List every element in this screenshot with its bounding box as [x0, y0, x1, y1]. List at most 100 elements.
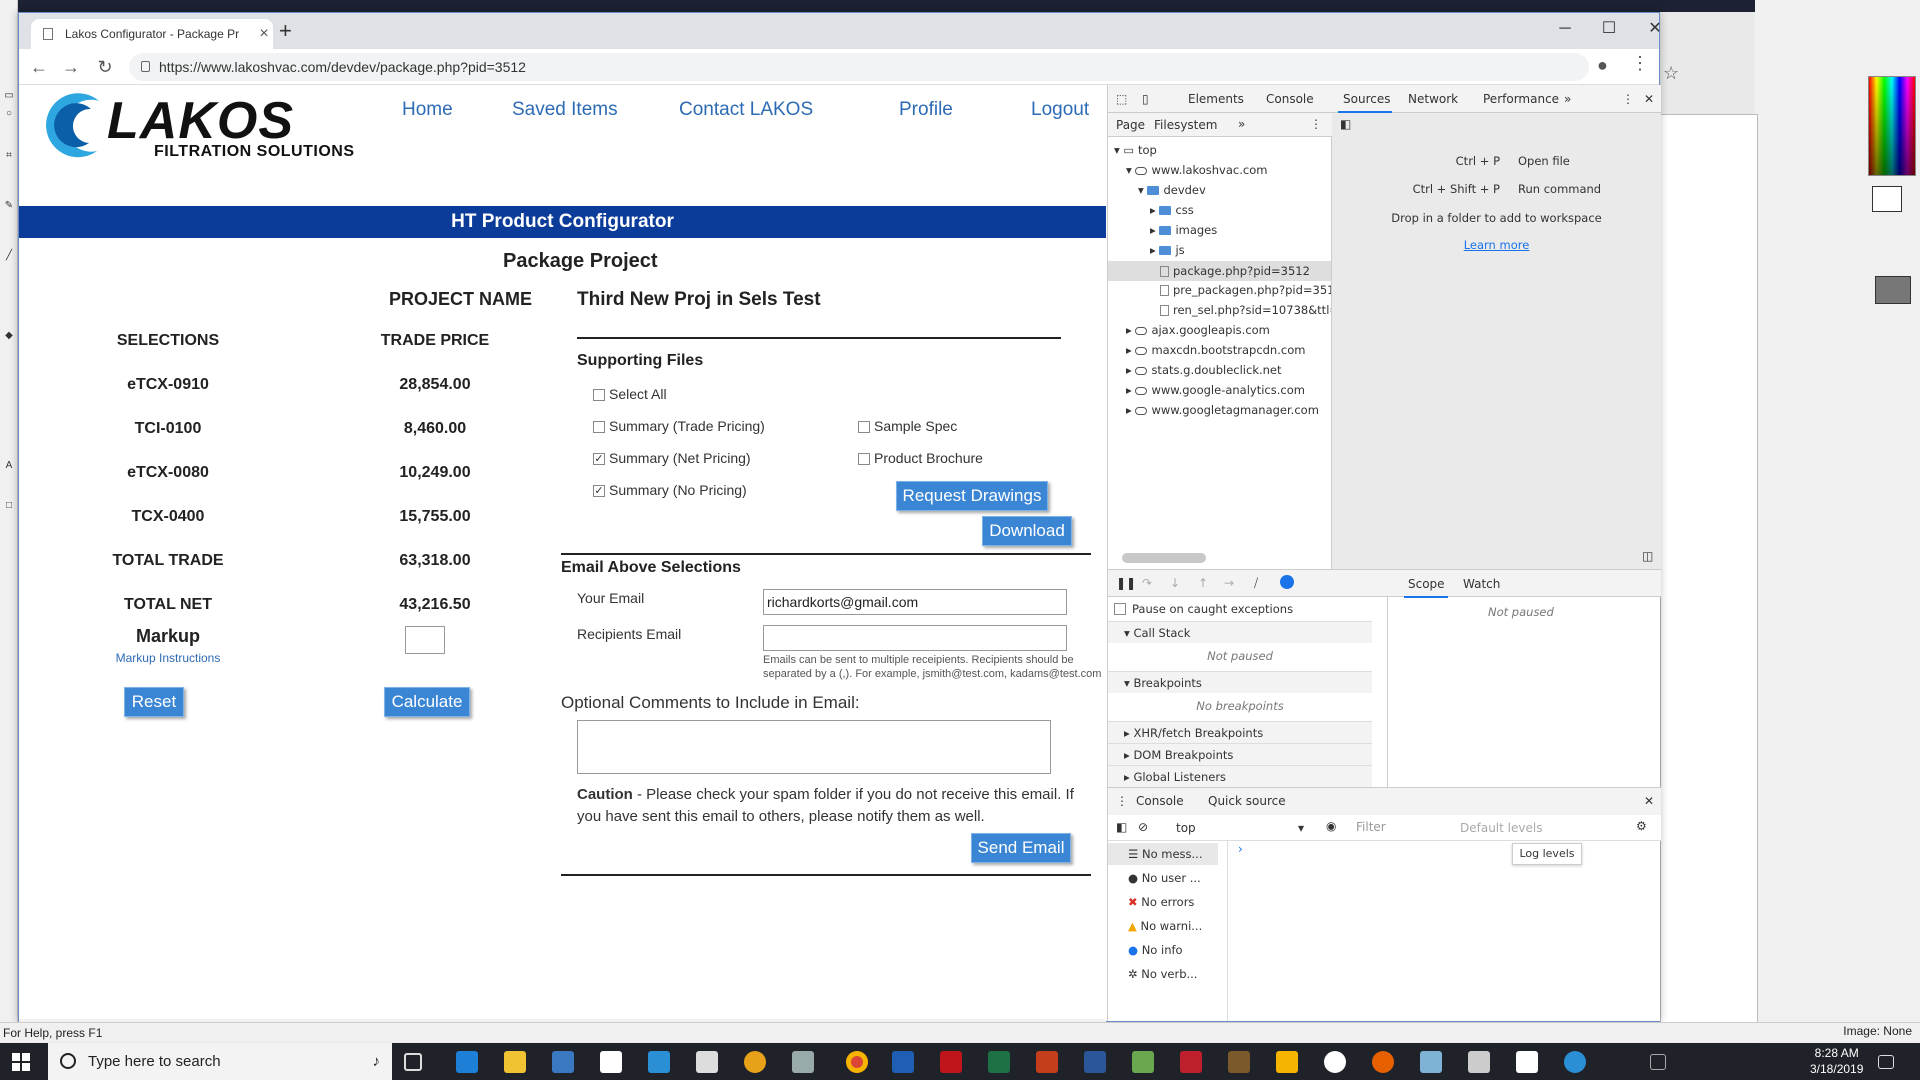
step-into-icon[interactable]: ↓: [1170, 576, 1180, 590]
tree-item-domain[interactable]: ▸ www.googletagmanager.com: [1126, 403, 1319, 417]
console-settings-icon[interactable]: ⚙: [1636, 819, 1647, 833]
fill-tool-icon[interactable]: ◆: [3, 330, 15, 342]
windows-start-icon[interactable]: [12, 1053, 30, 1071]
excel-icon[interactable]: [988, 1051, 1010, 1073]
app-icon[interactable]: [1468, 1051, 1490, 1073]
tree-item-js[interactable]: ▸ js: [1150, 243, 1185, 257]
console-filter-item[interactable]: ● No user ...: [1128, 871, 1201, 885]
tab-network[interactable]: Network: [1408, 92, 1458, 106]
comments-textarea[interactable]: [577, 720, 1051, 774]
global-listeners-section[interactable]: ▸ Global Listeners: [1108, 765, 1372, 787]
markup-input[interactable]: [405, 626, 445, 654]
pause-on-exceptions-icon[interactable]: [1280, 575, 1294, 589]
call-stack-section[interactable]: ▾ Call Stack: [1108, 621, 1372, 643]
reset-button[interactable]: Reset: [124, 687, 184, 717]
pencil-tool-icon[interactable]: ✎: [3, 200, 15, 212]
app-icon[interactable]: [1324, 1051, 1346, 1073]
live-expression-icon[interactable]: ◉: [1326, 819, 1336, 833]
clear-console-icon[interactable]: ⊘: [1138, 820, 1148, 834]
back-icon[interactable]: ←: [27, 55, 51, 79]
nav-tab-page[interactable]: Page: [1116, 118, 1145, 132]
account-icon[interactable]: ●: [1597, 55, 1608, 76]
tab-sources[interactable]: Sources: [1343, 92, 1390, 106]
recipients-email-input[interactable]: [763, 625, 1067, 651]
microphone-icon[interactable]: ♪: [373, 1043, 381, 1080]
console-filter-item[interactable]: ☰ No mess...: [1128, 847, 1203, 861]
tree-item-domain[interactable]: ▸ stats.g.doubleclick.net: [1126, 363, 1282, 377]
download-button[interactable]: Download: [982, 516, 1072, 546]
app-icon[interactable]: [1276, 1051, 1298, 1073]
console-filter-input[interactable]: Filter: [1352, 817, 1452, 837]
console-filter-item[interactable]: ✖ No errors: [1128, 895, 1194, 909]
devtools-menu-icon[interactable]: ⋮: [1622, 92, 1634, 106]
tree-item-package[interactable]: package.php?pid=3512: [1108, 261, 1331, 281]
app-icon[interactable]: [648, 1051, 670, 1073]
calculate-button[interactable]: Calculate: [384, 687, 470, 717]
bookmark-star-icon[interactable]: ☆: [1663, 59, 1679, 87]
xhr-breakpoints-section[interactable]: ▸ XHR/fetch Breakpoints: [1108, 721, 1372, 743]
drawer-close-icon[interactable]: ✕: [1644, 794, 1654, 808]
word-icon[interactable]: [1084, 1051, 1106, 1073]
firefox-icon[interactable]: [1372, 1051, 1394, 1073]
filezilla-icon[interactable]: [1180, 1051, 1202, 1073]
console-filter-item[interactable]: ● No info: [1128, 943, 1183, 957]
breakpoints-section[interactable]: ▾ Breakpoints: [1108, 671, 1372, 693]
pause-icon[interactable]: ❚❚: [1116, 576, 1136, 590]
close-window-icon[interactable]: ✕: [1635, 17, 1675, 41]
pattern-swatch[interactable]: [1875, 276, 1911, 304]
learn-more-link[interactable]: Learn more: [1332, 238, 1661, 252]
devtools-close-icon[interactable]: ✕: [1644, 92, 1654, 106]
pause-caught-checkbox[interactable]: [1114, 603, 1126, 615]
new-tab-icon[interactable]: +: [279, 20, 292, 42]
dom-breakpoints-section[interactable]: ▸ DOM Breakpoints: [1108, 743, 1372, 765]
maximize-icon[interactable]: ☐: [1589, 17, 1629, 41]
sample-spec-checkbox[interactable]: [858, 421, 870, 433]
notifications-icon[interactable]: [1878, 1055, 1894, 1069]
reload-icon[interactable]: ↻: [93, 55, 117, 79]
drawer-tab-quick-source[interactable]: Quick source: [1208, 794, 1286, 808]
default-levels-dropdown[interactable]: Default levels: [1460, 821, 1542, 835]
tree-item-images[interactable]: ▸ images: [1150, 223, 1217, 237]
crop-tool-icon[interactable]: ⌗: [3, 150, 15, 162]
console-prompt-icon[interactable]: ›: [1238, 842, 1243, 856]
device-toggle-icon[interactable]: ▯: [1142, 92, 1149, 106]
nav-tab-filesystem[interactable]: Filesystem: [1154, 118, 1217, 132]
primary-color-swatch[interactable]: [1872, 186, 1902, 212]
nav-menu-icon[interactable]: ⋮: [1310, 117, 1322, 131]
deactivate-breakpoints-icon[interactable]: ⧸: [1254, 576, 1258, 591]
tree-item-devdev[interactable]: ▾ devdev: [1138, 183, 1206, 197]
edge-icon[interactable]: [456, 1051, 478, 1073]
nav-saved-items[interactable]: Saved Items: [512, 99, 618, 121]
brush-tool-icon[interactable]: ╱: [3, 250, 15, 262]
drawer-tab-console[interactable]: Console: [1136, 794, 1184, 808]
tree-item-domain[interactable]: ▸ maxcdn.bootstrapcdn.com: [1126, 343, 1305, 357]
taskbar-clock[interactable]: 8:28 AM 3/18/2019: [1810, 1045, 1863, 1077]
summary-trade-checkbox[interactable]: [593, 421, 605, 433]
tree-item-domain[interactable]: ▸ www.google-analytics.com: [1126, 383, 1305, 397]
tab-console[interactable]: Console: [1266, 92, 1314, 106]
nav-profile[interactable]: Profile: [899, 99, 953, 121]
app-icon[interactable]: [1420, 1051, 1442, 1073]
app-icon[interactable]: [744, 1051, 766, 1073]
summary-net-checkbox[interactable]: ✓: [593, 453, 605, 465]
scope-tab[interactable]: Scope: [1408, 577, 1445, 591]
nav-home[interactable]: Home: [402, 99, 453, 121]
mcafee-icon[interactable]: [940, 1051, 962, 1073]
product-brochure-checkbox[interactable]: [858, 453, 870, 465]
powerpoint-icon[interactable]: [1036, 1051, 1058, 1073]
context-selector[interactable]: top ▾: [1176, 821, 1304, 835]
toggle-navigator-icon[interactable]: ◧: [1340, 117, 1351, 131]
step-out-icon[interactable]: ↑: [1198, 576, 1208, 590]
system-tray-icons[interactable]: [1650, 1054, 1666, 1070]
zoom-tool-icon[interactable]: ○: [3, 108, 15, 120]
lakos-logo[interactable]: LAKOS FILTRATION SOLUTIONS: [39, 91, 369, 161]
console-filter-item[interactable]: ✲ No verb...: [1128, 967, 1197, 981]
select-all-checkbox[interactable]: [593, 389, 605, 401]
tree-item-domain[interactable]: ▸ ajax.googleapis.com: [1126, 323, 1270, 337]
app-icon[interactable]: [1516, 1051, 1538, 1073]
tab-performance[interactable]: Performance: [1483, 92, 1559, 106]
minimize-icon[interactable]: ─: [1545, 17, 1585, 41]
app-icon[interactable]: [892, 1051, 914, 1073]
step-icon[interactable]: →: [1224, 576, 1234, 590]
color-palette[interactable]: [1868, 76, 1916, 176]
